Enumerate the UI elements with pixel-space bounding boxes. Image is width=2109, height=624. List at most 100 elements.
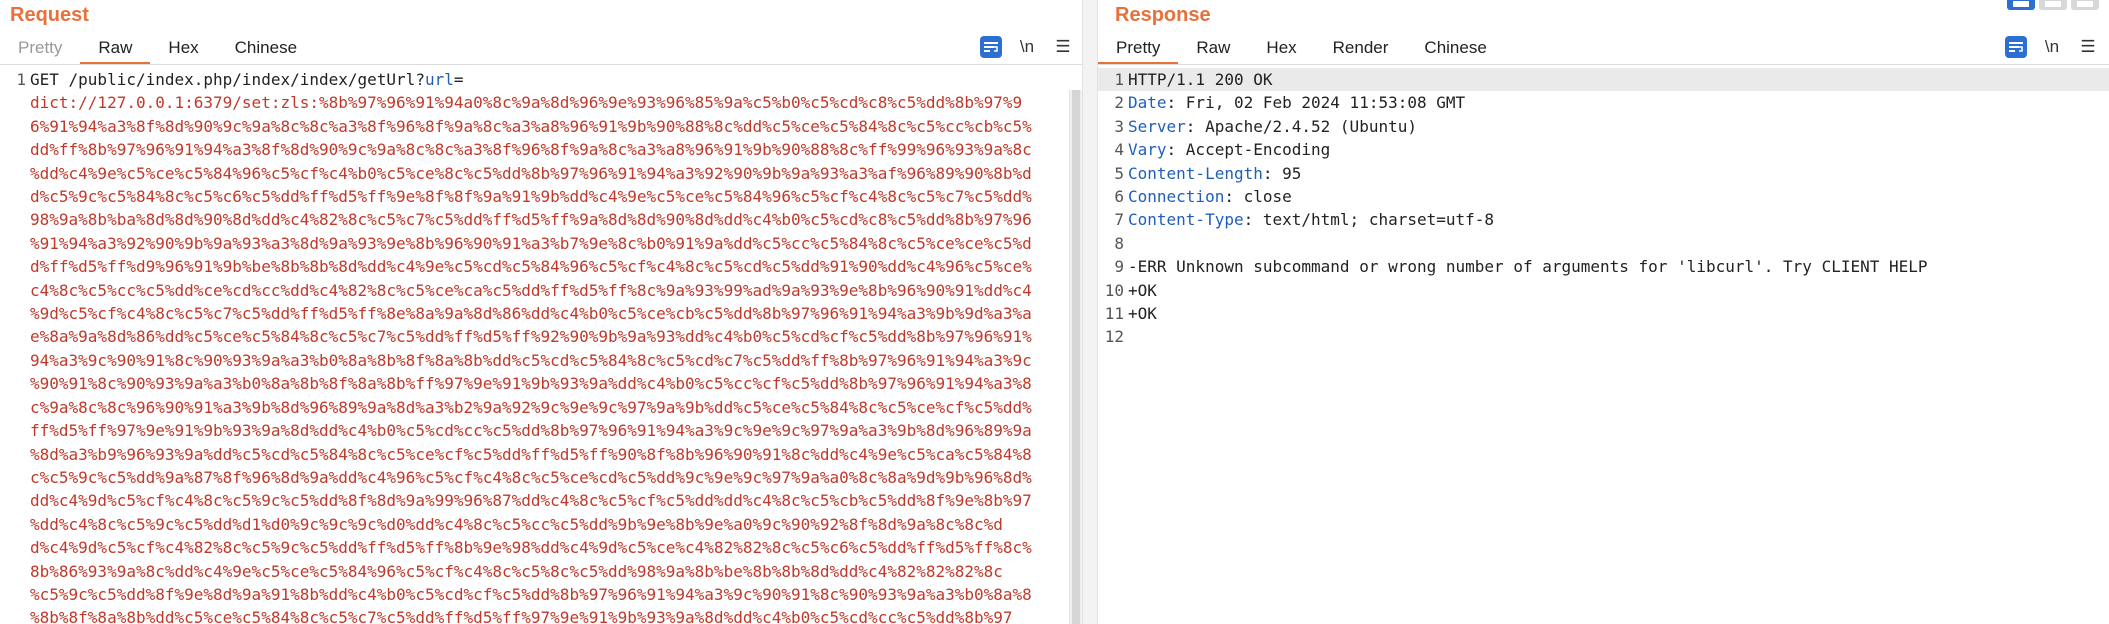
- header-key: Content-Type: [1128, 210, 1244, 230]
- response-line: 3 Server: Apache/2.4.52 (Ubuntu): [1098, 115, 2109, 138]
- request-title: Request: [10, 4, 89, 26]
- payload-line: %c5%9c%c5%dd%8f%9e%8d%9a%91%8b%dd%c4%b0%…: [0, 583, 1082, 606]
- response-line: 10 +OK: [1098, 279, 2109, 302]
- payload-text: c4%8c%c5%cc%c5%dd%ce%cd%cc%dd%c4%82%8c%c…: [30, 280, 1032, 300]
- response-line: 9 -ERR Unknown subcommand or wrong number…: [1098, 255, 2109, 278]
- pane-divider[interactable]: [1082, 0, 1098, 624]
- payload-line: d%c4%9d%c5%cf%c4%82%8c%c5%9c%c5%dd%ff%d5…: [0, 536, 1082, 559]
- header-value: -ERR Unknown subcommand or wrong number …: [1128, 257, 1928, 277]
- response-line-text: +OK: [1128, 279, 2109, 302]
- line-number: [0, 606, 30, 624]
- payload-text: 6%91%94%a3%8f%8d%90%9c%9a%8c%8c%a3%8f%96…: [30, 116, 1032, 136]
- payload-text: c%9a%8c%8c%96%90%91%a3%9b%8d%96%89%9a%8d…: [30, 397, 1032, 417]
- tab-raw[interactable]: Raw: [80, 34, 151, 65]
- line-number: 10: [1104, 280, 1124, 300]
- header-value: : text/html; charset=utf-8: [1243, 210, 1495, 230]
- request-scrollbar[interactable]: [1069, 90, 1082, 624]
- response-line-text: -ERR Unknown subcommand or wrong number …: [1128, 255, 2109, 278]
- response-line-text: HTTP/1.1 200 OK: [1128, 68, 2109, 91]
- response-line-text: Content-Type: text/html; charset=utf-8: [1128, 208, 2109, 231]
- payload-line: %91%94%a3%92%90%9b%9a%93%a3%8d%9a%93%9e%…: [0, 232, 1082, 255]
- newline-toggle[interactable]: \n: [2041, 36, 2063, 58]
- tab-raw[interactable]: Raw: [1178, 34, 1248, 62]
- response-editor[interactable]: 1 HTTP/1.1 200 OK 2 Date: Fri, 02 Feb 2024 …: [1098, 68, 2109, 624]
- line-number: [0, 443, 30, 466]
- tab-chinese[interactable]: Chinese: [217, 34, 315, 62]
- header-key: Connection: [1128, 187, 1225, 207]
- payload-text: d%ff%d5%ff%d9%96%91%9b%be%8b%8b%8d%dd%c4…: [30, 257, 1032, 277]
- request-pane: Request Pretty Raw Hex Chinese \n ☰ 1 GE…: [0, 0, 1082, 624]
- payload-text: dict://127.0.0.1:6379/set:zls:%8b%97%96%…: [30, 93, 1023, 113]
- line-number: 1: [16, 70, 26, 89]
- tab-pretty[interactable]: Pretty: [1098, 34, 1179, 65]
- line-number: [0, 185, 30, 208]
- tab-pretty[interactable]: Pretty: [0, 34, 80, 62]
- payload-text: %91%94%a3%92%90%9b%9a%93%a3%8d%9a%93%9e%…: [30, 233, 1032, 253]
- request-line: 1 GET /public/index.php/index/index/getU…: [0, 68, 1082, 92]
- line-number: [0, 138, 30, 161]
- response-line: 11 +OK: [1098, 302, 2109, 325]
- wrap-icon[interactable]: [980, 36, 1002, 58]
- line-number: 6: [1114, 187, 1124, 207]
- header-key: Content-Length: [1128, 163, 1263, 183]
- payload-line: 98%9a%8b%ba%8d%8d%90%8d%dd%c4%82%8c%c5%c…: [0, 208, 1082, 231]
- payload-line: ff%d5%ff%97%9e%91%9b%93%9a%8d%dd%c4%b0%c…: [0, 419, 1082, 442]
- menu-icon[interactable]: ☰: [1052, 36, 1074, 58]
- payload-line: %dd%c4%9e%c5%ce%c5%84%96%c5%cf%c4%b0%c5%…: [0, 162, 1082, 185]
- response-pane: Response Pretty Raw Hex Render Chinese \…: [1098, 0, 2109, 624]
- line-number: [0, 560, 30, 583]
- response-line-text: Content-Length: 95: [1128, 162, 2109, 185]
- payload-text: %dd%c4%9e%c5%ce%c5%84%96%c5%cf%c4%b0%c5%…: [30, 163, 1032, 183]
- response-line-text: [1128, 232, 2109, 255]
- header-key: Server: [1128, 116, 1186, 136]
- payload-text: e%8a%9a%8d%86%dd%c5%ce%c5%84%8c%c5%c7%c5…: [30, 327, 1032, 347]
- tab-chinese[interactable]: Chinese: [1406, 34, 1504, 62]
- payload-text: %8d%a3%b9%96%93%9a%dd%c5%cd%c5%84%8c%c5%…: [30, 444, 1032, 464]
- payload-line: e%8a%9a%8d%86%dd%c5%ce%c5%84%8c%c5%c7%c5…: [0, 325, 1082, 348]
- tab-divider: [1098, 64, 2109, 65]
- tab-render[interactable]: Render: [1315, 34, 1407, 62]
- wrap-icon[interactable]: [2005, 36, 2027, 58]
- payload-line: c4%8c%c5%cc%c5%dd%ce%cd%cc%dd%c4%82%8c%c…: [0, 279, 1082, 302]
- scroll-thumb[interactable]: [1072, 90, 1080, 624]
- header-value: +OK: [1128, 304, 1157, 324]
- layout-stack-icon[interactable]: [2039, 0, 2067, 10]
- line-number: [0, 115, 30, 138]
- payload-line: c%c5%9c%c5%dd%9a%87%8f%96%8d%9a%dd%c4%96…: [0, 466, 1082, 489]
- header-value: : 95: [1262, 163, 1302, 183]
- line-number: [0, 349, 30, 372]
- payload-line: dict://127.0.0.1:6379/set:zls:%8b%97%96%…: [0, 91, 1082, 114]
- layout-tabs-icon[interactable]: [2071, 0, 2099, 10]
- line-number: 3: [1114, 116, 1124, 136]
- line-number: 1: [1114, 70, 1124, 89]
- payload-line: c%9a%8c%8c%96%90%91%a3%9b%8d%96%89%9a%8d…: [0, 396, 1082, 419]
- response-line: 8: [1098, 232, 2109, 255]
- line-number: [0, 372, 30, 395]
- response-line: 12: [1098, 325, 2109, 348]
- request-method-path: GET /public/index.php/index/index/getUrl…: [30, 70, 425, 89]
- response-line: 5 Content-Length: 95: [1098, 162, 2109, 185]
- response-line: 2 Date: Fri, 02 Feb 2024 11:53:08 GMT: [1098, 91, 2109, 114]
- payload-text: %c5%9c%c5%dd%8f%9e%8d%9a%91%8b%dd%c4%b0%…: [30, 584, 1032, 604]
- line-number: [0, 208, 30, 231]
- response-line: 1 HTTP/1.1 200 OK: [1098, 68, 2109, 92]
- line-number: [0, 325, 30, 348]
- payload-line: 94%a3%9c%90%91%8c%90%93%9a%a3%b0%8a%8b%8…: [0, 349, 1082, 372]
- response-line-text: Vary: Accept-Encoding: [1128, 138, 2109, 161]
- layout-switcher: [2007, 0, 2099, 10]
- response-line-text: [1128, 325, 2109, 348]
- line-number: [0, 302, 30, 325]
- response-line-text: Server: Apache/2.4.52 (Ubuntu): [1128, 115, 2109, 138]
- request-tabs: Pretty Raw Hex Chinese: [0, 34, 315, 65]
- payload-text: %90%91%8c%90%93%9a%a3%b0%8a%8b%8f%8a%8b%…: [30, 374, 1032, 394]
- tab-hex[interactable]: Hex: [150, 34, 216, 62]
- payload-text: 8b%86%93%9a%8c%dd%c4%9e%c5%ce%c5%84%96%c…: [30, 561, 1003, 581]
- line-number: [0, 91, 30, 114]
- tab-hex[interactable]: Hex: [1248, 34, 1314, 62]
- menu-icon[interactable]: ☰: [2077, 36, 2099, 58]
- payload-text: 98%9a%8b%ba%8d%8d%90%8d%dd%c4%82%8c%c5%c…: [30, 210, 1032, 230]
- request-editor[interactable]: 1 GET /public/index.php/index/index/getU…: [0, 68, 1082, 624]
- tab-divider: [0, 64, 1082, 65]
- newline-toggle[interactable]: \n: [1016, 36, 1038, 58]
- layout-split-icon[interactable]: [2007, 0, 2035, 10]
